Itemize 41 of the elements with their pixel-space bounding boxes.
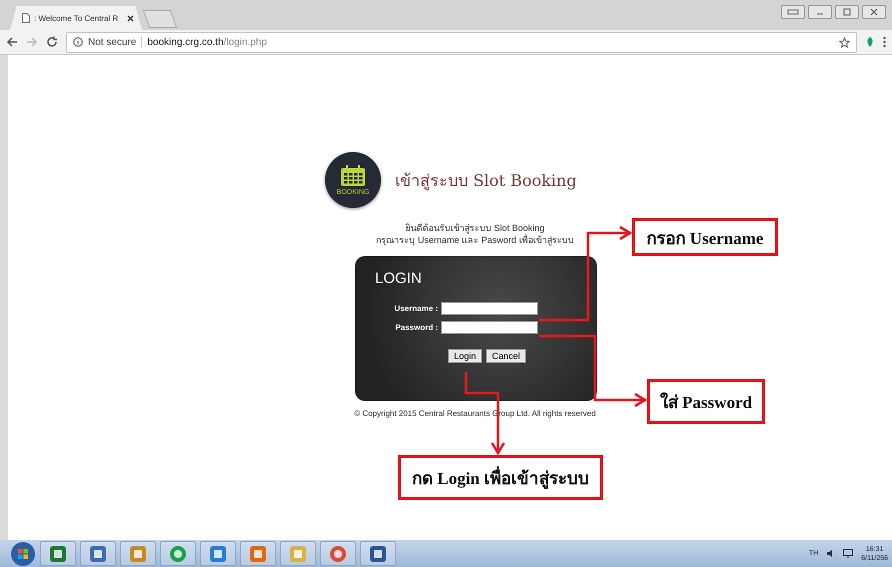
star-icon[interactable] <box>839 36 850 48</box>
maximize-button[interactable] <box>835 5 859 19</box>
username-field[interactable] <box>441 302 538 315</box>
password-field[interactable] <box>441 321 538 334</box>
login-button[interactable]: Login <box>448 349 482 363</box>
tab-title: : Welcome To Central R <box>34 14 120 22</box>
field-label: Username : <box>393 304 438 313</box>
cancel-button[interactable]: Cancel <box>486 349 526 363</box>
start-button[interactable] <box>10 540 36 566</box>
user-button[interactable] <box>781 5 805 19</box>
reload-icon[interactable] <box>46 36 58 48</box>
page-icon <box>22 13 30 23</box>
welcome-text: ยินดีต้อนรับเข้าสู่ระบบ Slot Booking <box>405 222 545 234</box>
panel-title: LOGIN <box>375 270 423 287</box>
callout-label: ใส่ Password <box>647 379 765 424</box>
network-icon[interactable] <box>843 549 854 558</box>
welcome-text: กรุณาระบุ Username และ Pasword เพื่อเข้าสู่ระบบ <box>376 234 574 246</box>
taskbar-app-icon[interactable] <box>40 541 76 566</box>
browser-tab[interactable]: : Welcome To Central R <box>10 6 142 30</box>
taskbar-app-icon[interactable] <box>240 541 276 566</box>
callout-label: กรอก Username <box>632 218 778 256</box>
address-bar[interactable]: Not secure booking.crg.co.th/login.php <box>66 32 857 52</box>
taskbar-app-icon[interactable] <box>320 541 356 566</box>
maximize-icon <box>843 8 851 16</box>
taskbar-app-icon[interactable] <box>200 541 236 566</box>
field-label: Password : <box>394 323 438 332</box>
calendar-icon <box>340 164 366 186</box>
taskbar-app-icon[interactable] <box>360 541 396 566</box>
close-icon <box>870 8 878 16</box>
back-icon[interactable] <box>6 36 18 48</box>
taskbar-app-icon[interactable] <box>80 541 116 566</box>
taskbar-app-icon[interactable] <box>120 541 156 566</box>
close-icon[interactable] <box>127 14 134 22</box>
info-icon <box>73 37 83 47</box>
taskbar-app-icon[interactable] <box>160 541 196 566</box>
callout-label: กด Login เพื่อเข้าสู่ระบบ <box>398 455 603 500</box>
page-heading: เข้าสู่ระบบ Slot Booking <box>395 170 577 192</box>
security-label: Not secure <box>88 36 136 48</box>
menu-icon[interactable] <box>883 36 886 48</box>
close-button[interactable] <box>862 5 886 19</box>
url-text: booking.crg.co.th/login.php <box>147 36 267 48</box>
